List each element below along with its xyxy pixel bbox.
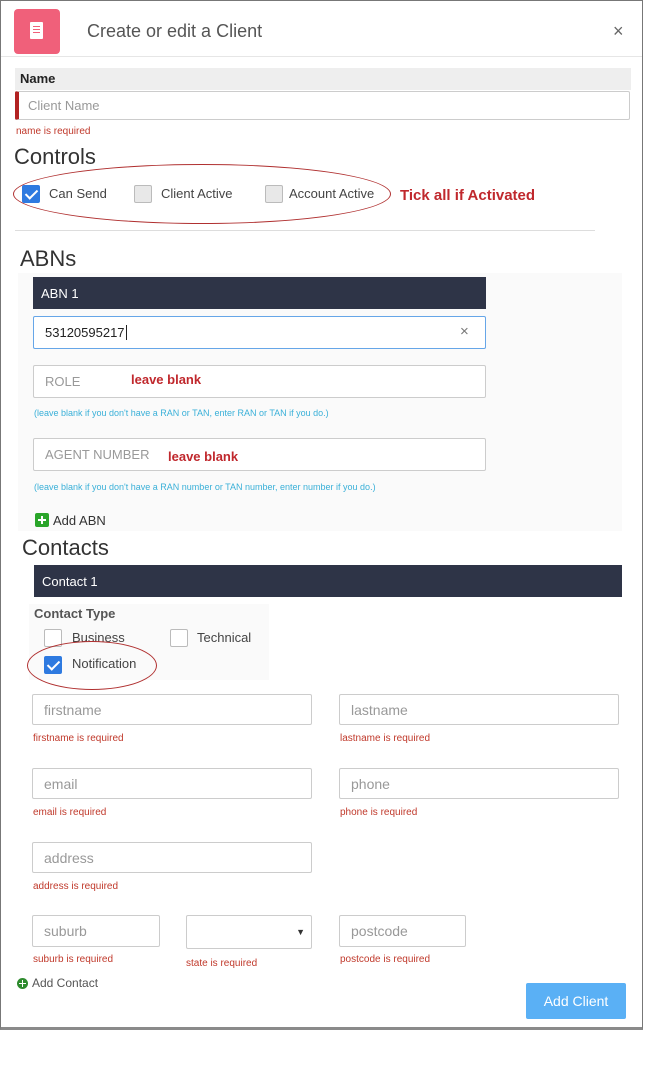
agent-hint: (leave blank if you don't have a RAN num… <box>34 482 376 492</box>
account-active-label: Account Active <box>289 186 375 201</box>
address-input[interactable]: address <box>32 842 312 873</box>
add-contact-link[interactable]: Add Contact <box>32 976 98 990</box>
text-cursor <box>125 325 127 340</box>
add-abn-link[interactable]: Add ABN <box>53 513 106 528</box>
can-send-label: Can Send <box>49 186 107 201</box>
controls-divider <box>15 230 595 231</box>
email-input[interactable]: email <box>32 768 312 799</box>
role-input[interactable]: ROLE <box>33 365 486 398</box>
notification-checkbox[interactable] <box>44 656 62 674</box>
abn-value: 53120595217 <box>45 325 125 340</box>
client-name-input[interactable]: Client Name <box>15 91 630 120</box>
state-error: state is required <box>186 958 258 969</box>
email-error: email is required <box>33 807 107 818</box>
state-select[interactable]: ▼ <box>186 915 312 949</box>
technical-label: Technical <box>197 630 252 645</box>
add-contact-icon[interactable] <box>17 978 28 989</box>
firstname-error: firstname is required <box>33 733 124 744</box>
client-active-checkbox[interactable] <box>134 185 152 203</box>
name-label: Name <box>20 71 56 86</box>
account-active-checkbox[interactable] <box>265 185 283 203</box>
can-send-checkbox[interactable] <box>22 185 40 203</box>
role-hint: (leave blank if you don't have a RAN or … <box>34 408 329 418</box>
client-dialog: Create or edit a Client × Name Client Na… <box>0 0 643 1030</box>
suburb-input[interactable]: suburb <box>32 915 160 947</box>
name-error: name is required <box>16 126 91 137</box>
suburb-error: suburb is required <box>33 954 114 965</box>
controls-annotation-text: Tick all if Activated <box>400 187 536 204</box>
abn-section <box>18 273 622 531</box>
address-error: address is required <box>33 881 119 892</box>
firstname-input[interactable]: firstname <box>32 694 312 725</box>
phone-input[interactable]: phone <box>339 768 619 799</box>
client-active-label: Client Active <box>161 186 233 201</box>
abn-title-bar: ABN 1 <box>33 277 486 309</box>
header-divider <box>1 56 642 57</box>
phone-error: phone is required <box>340 807 418 818</box>
postcode-input[interactable]: postcode <box>339 915 466 947</box>
dropdown-arrow-icon: ▼ <box>296 927 305 937</box>
contact-title-bar: Contact 1 <box>34 565 622 597</box>
lastname-input[interactable]: lastname <box>339 694 619 725</box>
lastname-error: lastname is required <box>340 733 431 744</box>
add-client-button[interactable]: Add Client <box>526 983 626 1019</box>
dialog-title: Create or edit a Client <box>87 21 263 41</box>
close-icon[interactable]: × <box>613 21 624 42</box>
postcode-error: postcode is required <box>340 954 431 965</box>
notification-label: Notification <box>72 656 137 671</box>
agent-annotation: leave blank <box>168 449 239 464</box>
add-icon[interactable] <box>35 513 49 527</box>
role-annotation: leave blank <box>131 372 202 387</box>
name-label-bar <box>15 68 631 90</box>
abns-heading: ABNs <box>20 246 77 271</box>
abn-input[interactable]: 53120595217 <box>33 316 486 349</box>
clear-icon[interactable]: × <box>460 323 469 340</box>
technical-checkbox[interactable] <box>170 629 188 647</box>
controls-heading: Controls <box>14 144 96 169</box>
contact-type-label: Contact Type <box>34 606 116 621</box>
document-icon <box>14 9 60 54</box>
contacts-heading: Contacts <box>22 535 109 560</box>
agent-number-input[interactable]: AGENT NUMBER <box>33 438 486 471</box>
